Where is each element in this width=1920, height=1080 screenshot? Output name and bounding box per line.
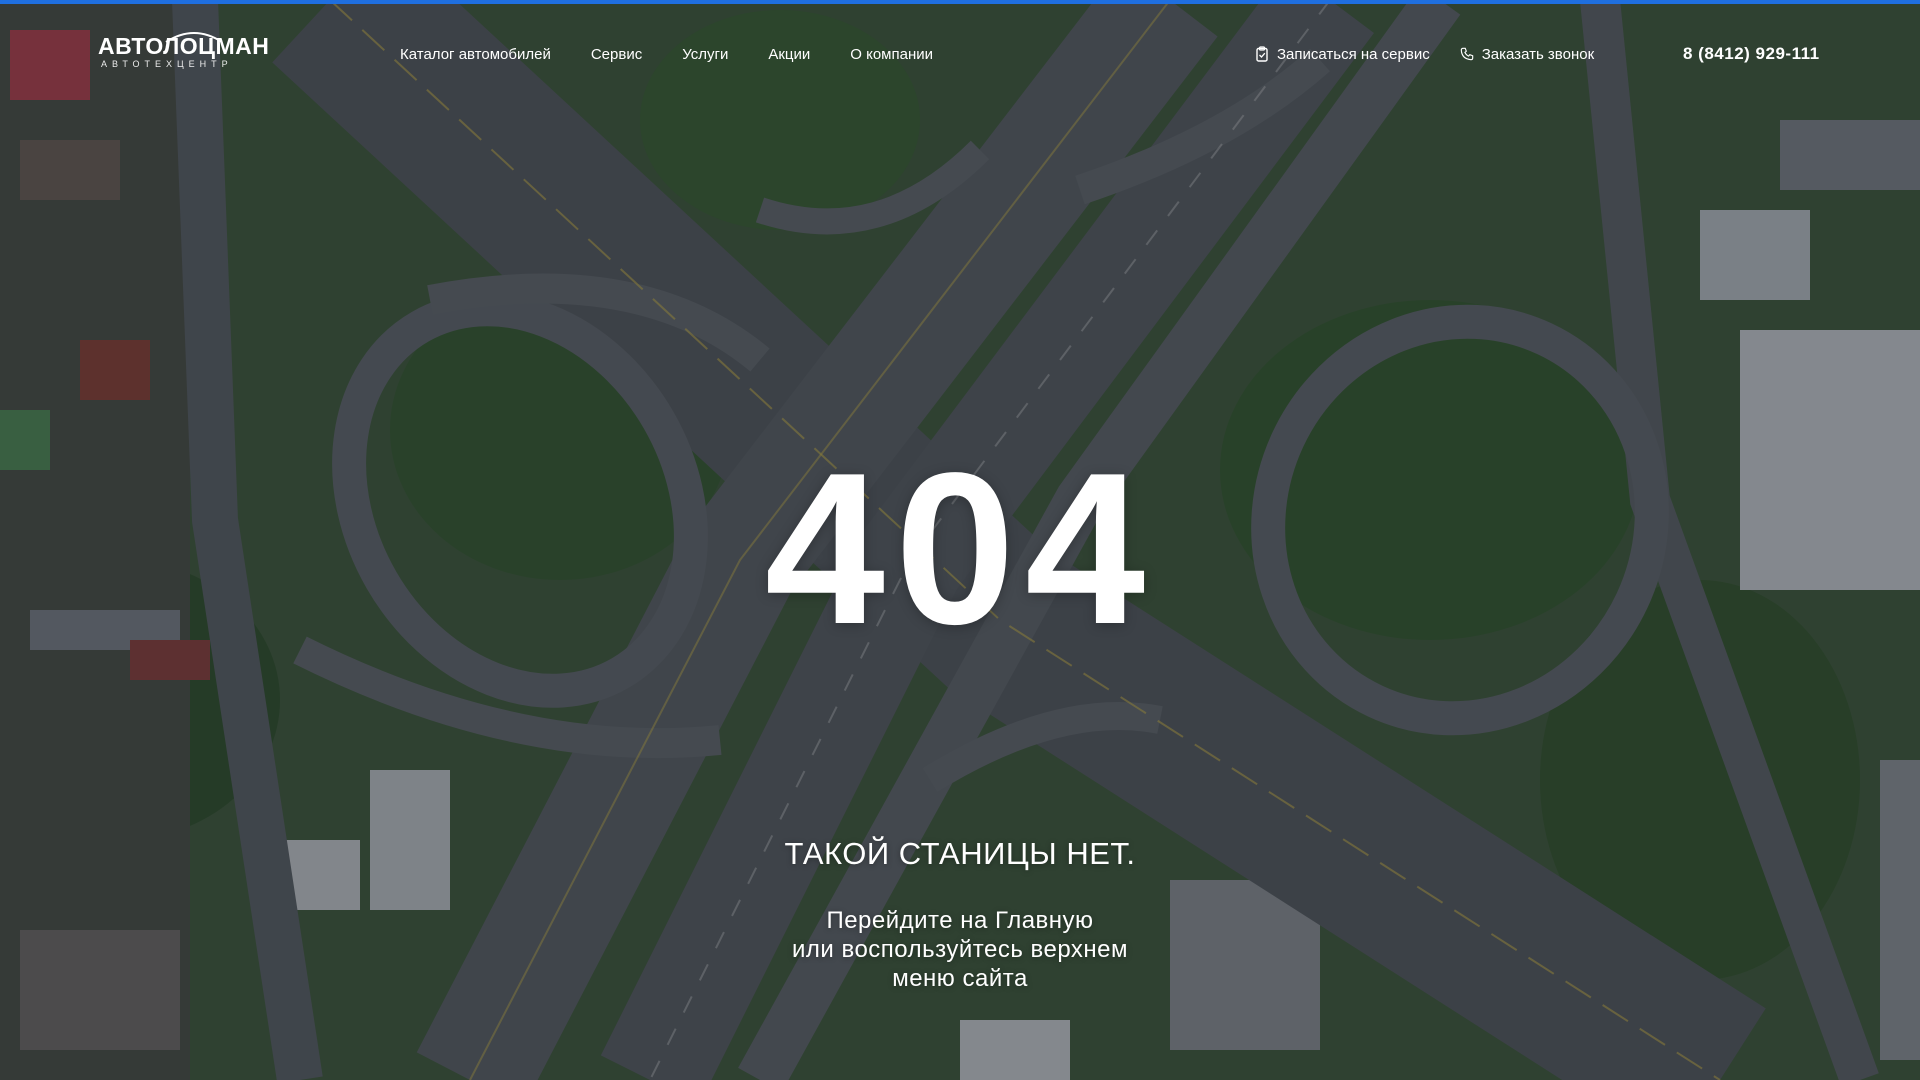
nav-item-services[interactable]: Услуги: [682, 46, 728, 63]
nav-item-promotions[interactable]: Акции: [768, 46, 810, 63]
header-actions: Записаться на сервис Заказать звонок: [1255, 40, 1594, 68]
phone-icon: [1460, 47, 1473, 61]
logo-arc-icon: [165, 32, 223, 43]
callback-link[interactable]: Заказать звонок: [1460, 46, 1594, 63]
service-signup-link[interactable]: Записаться на сервис: [1255, 46, 1430, 63]
error-message-line: Перейдите на Главную: [826, 907, 1094, 934]
error-message-line: меню сайта: [892, 965, 1028, 992]
site-header: АВТОЛОЦМАН АВТОТЕХЦЕНТР Каталог автомоби…: [0, 4, 1920, 96]
nav-item-about[interactable]: О компании: [850, 46, 933, 63]
logo-tagline: АВТОТЕХЦЕНТР: [101, 59, 233, 69]
service-signup-label: Записаться на сервис: [1277, 45, 1430, 63]
error-message-line: или воспользуйтесь верхнем: [791, 936, 1129, 963]
error-title: ТАКОЙ СТАНИЦЫ НЕТ.: [784, 836, 1136, 871]
phone-number-link[interactable]: 8 (8412) 929-111: [1683, 40, 1820, 68]
error-message: Перейдите на Главную или воспользуйтесь …: [0, 906, 1920, 993]
main-nav: Каталог автомобилей Сервис Услуги Акции …: [400, 40, 933, 68]
nav-item-service[interactable]: Сервис: [591, 46, 642, 63]
error-code: 404: [764, 427, 1156, 669]
nav-item-catalog[interactable]: Каталог автомобилей: [400, 46, 551, 63]
site-logo[interactable]: АВТОЛОЦМАН АВТОТЕХЦЕНТР: [98, 32, 269, 78]
callback-label: Заказать звонок: [1481, 45, 1595, 63]
clipboard-icon: [1256, 46, 1268, 62]
